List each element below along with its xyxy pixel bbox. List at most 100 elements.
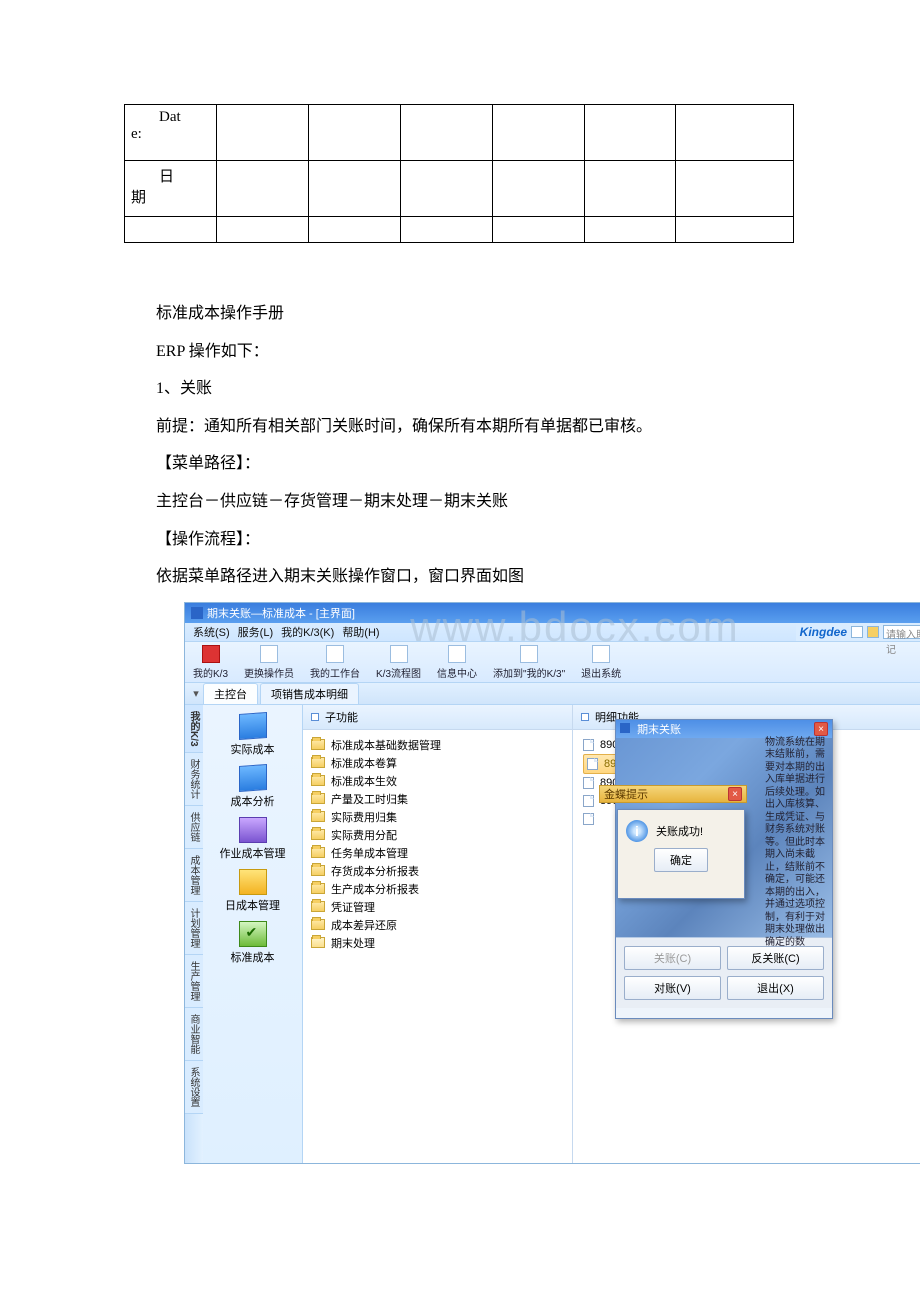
tb-exit[interactable]: 退出系统 — [581, 645, 621, 680]
tb-info[interactable]: 信息中心 — [437, 645, 477, 680]
tree-header: 子功能 — [325, 709, 358, 725]
tb-switch-user[interactable]: 更换操作员 — [244, 645, 294, 680]
window-title: 期末关账—标准成本 - [主界面] — [207, 605, 355, 621]
brand-bar: Kingdee 请输入助记 — [796, 623, 920, 641]
user-icon — [260, 645, 278, 663]
tb-label: 信息中心 — [437, 665, 477, 680]
tab-strip: ▾ 主控台 项销售成本明细 — [185, 683, 920, 705]
tree-label: 任务单成本管理 — [331, 845, 408, 861]
workbench-icon — [326, 645, 344, 663]
tree-label: 标准成本卷算 — [331, 755, 397, 771]
tree-item[interactable]: 产量及工时归集 — [311, 790, 564, 808]
module-activity-cost[interactable]: 作业成本管理 — [203, 817, 302, 861]
header-table: Date: 日期 — [124, 104, 794, 243]
layers-icon — [239, 817, 267, 843]
tree-label: 存货成本分析报表 — [331, 863, 419, 879]
tree-label: 凭证管理 — [331, 899, 375, 915]
search-input[interactable]: 请输入助记 — [883, 625, 920, 639]
tree-label: 实际费用归集 — [331, 809, 397, 825]
strip-cost[interactable]: 成本管理 — [185, 849, 203, 902]
tooltip-text: 物流系统在期末结账前，需要对本期的出入库单据进行后续处理。如出入库核算、生成凭证… — [765, 737, 833, 950]
module-actual-cost[interactable]: 实际成本 — [203, 713, 302, 757]
document-icon — [583, 813, 594, 825]
doc-line: 依据菜单路径进入期末关账操作窗口，窗口界面如图 — [156, 558, 796, 596]
tip-text: 关账成功! — [656, 823, 703, 839]
tree-item[interactable]: 凭证管理 — [311, 898, 564, 916]
tab-menu-icon[interactable]: ▾ — [189, 687, 203, 700]
menu-system[interactable]: 系统(S) — [191, 624, 232, 640]
tree-item[interactable]: 存货成本分析报表 — [311, 862, 564, 880]
menu-service[interactable]: 服务(L) — [236, 624, 275, 640]
tb-add-myk3[interactable]: 添加到"我的K/3" — [493, 645, 565, 680]
strip-prod[interactable]: 生产管理 — [185, 955, 203, 1008]
tb-label: 我的工作台 — [310, 665, 360, 680]
ok-button[interactable]: 确定 — [654, 848, 708, 872]
strip-sys[interactable]: 系统设置 — [185, 1061, 203, 1114]
dialog-title: 期末关账 — [637, 724, 681, 736]
exit-icon — [592, 645, 610, 663]
tree-item[interactable]: 期末处理 — [311, 934, 564, 952]
doc-line: ERP 操作如下： — [156, 333, 796, 371]
module-strip: 我的K/3 财务统计 供应链 成本管理 计划管理 生产管理 商业智能 系统设置 — [185, 705, 203, 1163]
module-label: 成本分析 — [231, 793, 275, 809]
reconcile-button[interactable]: 对账(V) — [624, 976, 721, 1000]
tree-item[interactable]: 标准成本基础数据管理 — [311, 736, 564, 754]
module-standard-cost[interactable]: 标准成本 — [203, 921, 302, 965]
menu-myk3[interactable]: 我的K/3(K) — [279, 624, 336, 640]
tree-item[interactable]: 任务单成本管理 — [311, 844, 564, 862]
erp-screenshot: www.bdocx.com 期末关账—标准成本 - [主界面] 系统(S) 服务… — [184, 602, 920, 1164]
tree-item[interactable]: 成本差异还原 — [311, 916, 564, 934]
module-cost-analysis[interactable]: 成本分析 — [203, 765, 302, 809]
check-icon — [239, 921, 267, 947]
tab-main[interactable]: 主控台 — [203, 683, 258, 704]
cube-icon — [239, 712, 267, 740]
tree-item[interactable]: 实际费用分配 — [311, 826, 564, 844]
brand-icon — [867, 626, 879, 638]
folder-icon — [311, 811, 325, 822]
info-icon: i — [626, 820, 648, 842]
close-icon[interactable]: × — [728, 787, 742, 801]
tip-title: 金蝶提示 — [604, 786, 648, 802]
tree-item[interactable]: 实际费用归集 — [311, 808, 564, 826]
menu-help[interactable]: 帮助(H) — [340, 624, 381, 640]
doc-line: 【操作流程】： — [156, 521, 796, 559]
date-label-2: 日 — [131, 165, 210, 186]
folder-icon — [311, 757, 325, 768]
folder-icon — [311, 847, 325, 858]
strip-finance[interactable]: 财务统计 — [185, 753, 203, 806]
tb-flowchart[interactable]: K/3流程图 — [376, 645, 421, 680]
tree-item[interactable]: 生产成本分析报表 — [311, 880, 564, 898]
doc-line: 主控台－供应链－存货管理－期末处理－期末关账 — [156, 483, 796, 521]
close-icon[interactable]: × — [814, 722, 828, 736]
tree-item[interactable]: 标准成本卷算 — [311, 754, 564, 772]
info-icon — [448, 645, 466, 663]
folder-icon — [311, 739, 325, 750]
folder-icon — [311, 829, 325, 840]
close-account-button[interactable]: 关账(C) — [624, 946, 721, 970]
tree-item[interactable]: 标准成本生效 — [311, 772, 564, 790]
tree-label: 产量及工时归集 — [331, 791, 408, 807]
strip-myk3[interactable]: 我的K/3 — [185, 705, 203, 754]
tb-myk3[interactable]: 我的K/3 — [193, 645, 228, 680]
dialog-success-tip: i 关账成功! 确定 — [617, 809, 745, 899]
strip-bi[interactable]: 商业智能 — [185, 1008, 203, 1061]
folder-icon — [311, 775, 325, 786]
exit-button[interactable]: 退出(X) — [727, 976, 824, 1000]
folder-icon — [311, 793, 325, 804]
unclose-account-button[interactable]: 反关账(C) — [727, 946, 824, 970]
document-icon — [583, 739, 594, 751]
date-label-1b: e: — [131, 126, 142, 142]
kingdee-logo: Kingdee — [800, 625, 847, 639]
tab-report[interactable]: 项销售成本明细 — [260, 683, 359, 704]
tree-label: 期末处理 — [331, 935, 375, 951]
module-label: 日成本管理 — [225, 897, 280, 913]
strip-scm[interactable]: 供应链 — [185, 806, 203, 849]
tb-label: 添加到"我的K/3" — [493, 665, 565, 680]
module-daily-cost[interactable]: 日成本管理 — [203, 869, 302, 913]
tb-workbench[interactable]: 我的工作台 — [310, 645, 360, 680]
date-label-1: Dat — [131, 109, 210, 126]
document-body: 标准成本操作手册 ERP 操作如下： 1、关账 前提：通知所有相关部门关账时间，… — [156, 295, 796, 596]
folder-icon — [311, 919, 325, 930]
app-icon — [191, 607, 203, 619]
strip-plan[interactable]: 计划管理 — [185, 902, 203, 955]
